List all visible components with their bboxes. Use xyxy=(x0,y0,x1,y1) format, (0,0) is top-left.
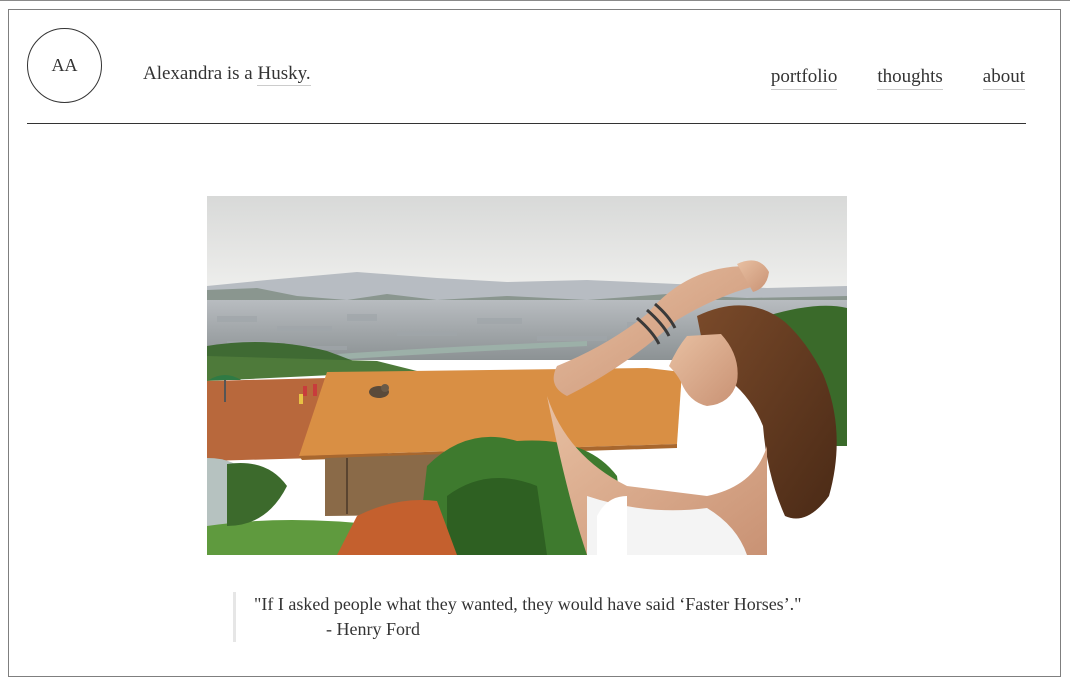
tagline-prefix: Alexandra is a xyxy=(143,63,253,84)
top-border xyxy=(0,0,1070,1)
quote-author: - Henry Ford xyxy=(326,619,420,639)
logo-text: AA xyxy=(51,55,78,75)
quote-block: "If I asked people what they wanted, the… xyxy=(233,592,802,642)
header-divider xyxy=(27,123,1026,124)
hero-photo-illustration xyxy=(207,196,847,555)
hero-photo xyxy=(207,196,847,555)
tagline-husky-link[interactable]: Husky. xyxy=(257,63,311,86)
tagline: Alexandra is a Husky. xyxy=(143,63,311,86)
nav-about-link[interactable]: about xyxy=(982,66,1025,90)
page-frame: AA Alexandra is a Husky. portfolio thoug… xyxy=(8,9,1061,677)
nav-portfolio-link[interactable]: portfolio xyxy=(770,66,838,90)
nav-thoughts-link[interactable]: thoughts xyxy=(877,66,943,90)
logo-monogram[interactable]: AA xyxy=(27,28,102,103)
quote-text: "If I asked people what they wanted, the… xyxy=(254,594,802,614)
main-nav: portfolio thoughts about xyxy=(770,66,1025,90)
